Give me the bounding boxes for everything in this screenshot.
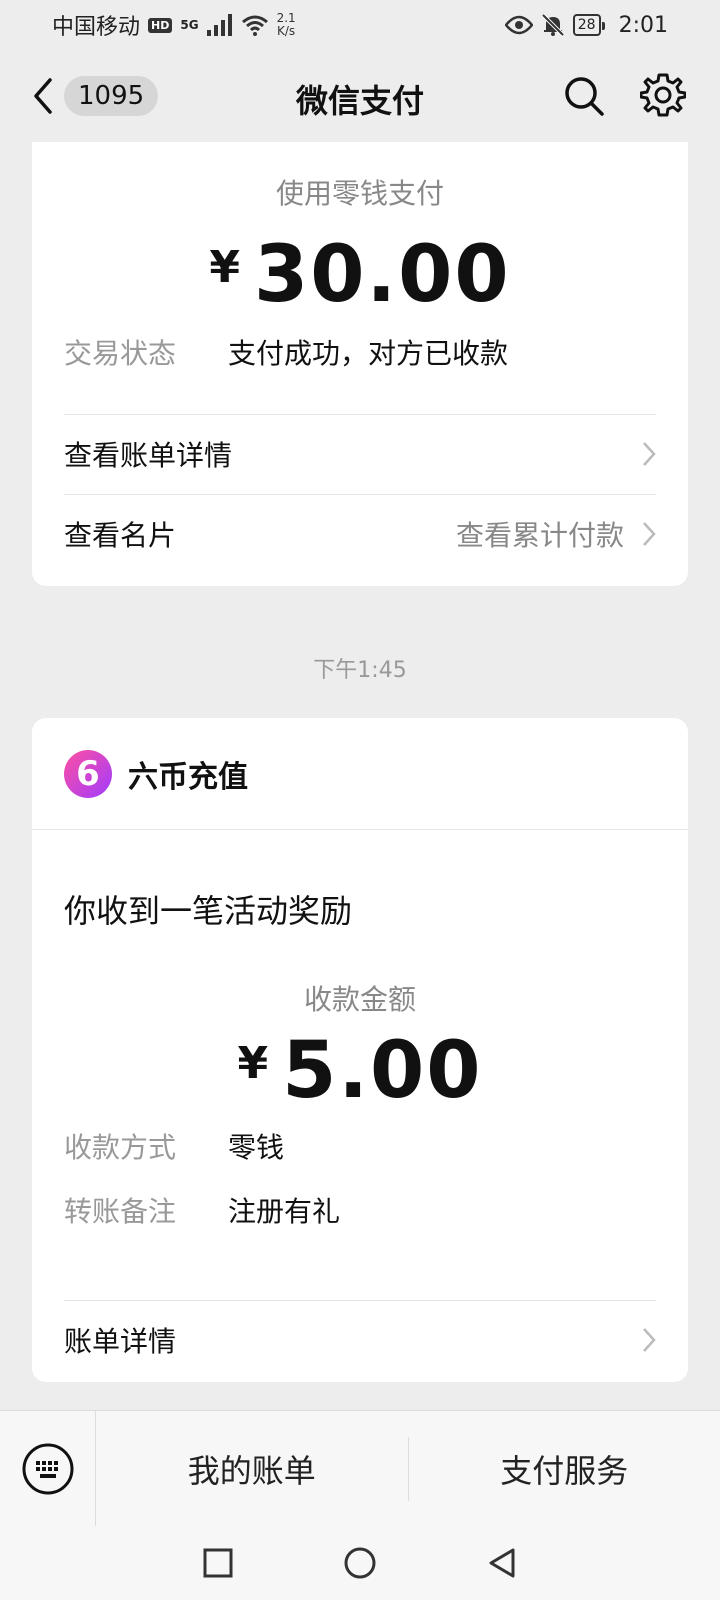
reward-bill-detail-row[interactable]: 账单详情 [64,1300,656,1380]
amount-value: 30.00 [253,230,511,320]
keyboard-icon [22,1443,73,1494]
speed-unit: K/s [277,24,296,38]
gear-icon[interactable] [640,72,686,118]
payment-amount: ¥30.00 [32,230,688,320]
message-timestamp: 下午1:45 [313,658,407,683]
row-right: 查看累计付款 [456,514,656,554]
receive-method: 收款方式 零钱 [64,1126,284,1166]
currency-symbol: ¥ [209,242,240,293]
system-nav-bar [0,1526,720,1600]
memo-key: 转账备注 [64,1195,177,1228]
brand-header[interactable]: 6 六币充值 [32,718,688,830]
brand-logo-icon: 6 [64,749,112,798]
battery-indicator: 28 [572,14,605,36]
memo-value: 注册有礼 [228,1195,341,1228]
pay-method-label: 使用零钱支付 [275,177,444,210]
page-title: 微信支付 [295,82,424,120]
chevron-right-icon [643,442,656,466]
reward-notice: 你收到一笔活动奖励 [64,892,353,930]
pay-services-button[interactable]: 支付服务 [409,1446,720,1492]
bill-detail-row[interactable]: 查看账单详情 [64,414,656,494]
bill-detail-label: 账单详情 [64,1325,177,1358]
transfer-memo: 转账备注 注册有礼 [64,1190,340,1230]
clock: 2:01 [618,12,668,38]
hd-badge: HD [148,17,173,33]
network-type: 5G [180,18,199,32]
eye-icon [504,15,533,35]
brand-name: 六币充值 [128,759,248,795]
recents-icon[interactable] [203,1548,233,1578]
amount-label: 收款金额 [303,983,416,1016]
transaction-status: 交易状态 支付成功，对方已收款 [64,332,508,372]
payment-card: 使用零钱支付 ¥30.00 交易状态 支付成功，对方已收款 查看账单详情 查看名… [32,142,688,586]
method-value: 零钱 [228,1131,285,1164]
status-bar: 中国移动 HD 5G 2.1 K/s 28 2:01 [0,0,720,50]
chevron-right-icon [643,1328,656,1352]
reward-card: 6 六币充值 你收到一笔活动奖励 收款金额 ¥5.00 收款方式 零钱 转账备注… [32,718,688,1382]
wifi-icon [241,15,268,36]
status-left: 中国移动 HD 5G 2.1 K/s [52,9,296,41]
business-card-row[interactable]: 查看名片 查看累计付款 [64,494,656,574]
keyboard-toggle-button[interactable] [0,1410,96,1527]
bottom-menu-bar: 我的账单 支付服务 [0,1410,720,1527]
network-speed: 2.1 K/s [277,12,296,38]
business-card-label: 查看名片 [64,519,177,552]
method-key: 收款方式 [64,1131,177,1164]
row-right [642,441,656,467]
home-icon[interactable] [343,1546,377,1580]
signal-icon [206,14,232,36]
my-bills-button[interactable]: 我的账单 [96,1446,408,1492]
bill-detail-label: 查看账单详情 [64,439,233,472]
row-right [642,1327,656,1353]
status-right: 28 2:01 [504,12,668,38]
chevron-right-icon [643,522,656,546]
cumulative-payment-link[interactable]: 查看累计付款 [456,514,624,554]
reward-amount: ¥5.00 [32,1026,688,1116]
search-icon[interactable] [562,74,606,118]
status-key: 交易状态 [64,337,177,370]
amount-value: 5.00 [282,1026,483,1116]
mute-bell-icon [541,13,565,37]
carrier-name: 中国移动 [52,15,141,40]
back-triangle-icon[interactable] [487,1547,517,1579]
status-value: 支付成功，对方已收款 [228,337,509,370]
nav-bar: 1095 微信支付 [0,50,720,142]
currency-symbol: ¥ [237,1038,269,1089]
